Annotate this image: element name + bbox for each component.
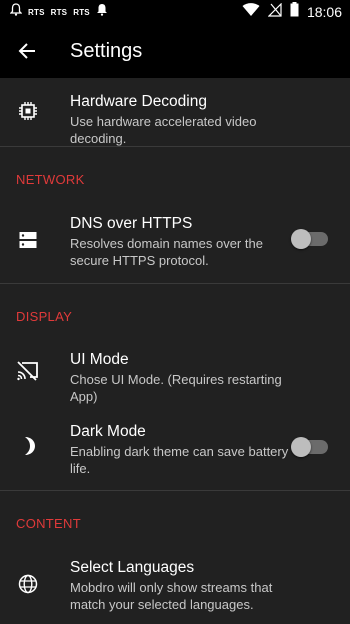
page-title: Settings <box>70 39 143 62</box>
bell-icon <box>9 3 23 21</box>
setting-title: Dark Mode <box>70 423 146 440</box>
setting-subtitle: Chose UI Mode. (Requires restarting App) <box>70 372 282 404</box>
moon-icon <box>16 434 40 458</box>
notification-label: RTS <box>28 7 45 17</box>
no-signal-icon <box>267 2 282 22</box>
setting-subtitle: Enabling dark theme can save battery lif… <box>70 444 289 476</box>
section-header-content: CONTENT <box>16 516 81 531</box>
setting-select-languages[interactable]: Select Languages Mobdro will only show s… <box>0 556 350 614</box>
notification-area: RTS RTS RTS <box>0 3 108 21</box>
system-status: 18:06 <box>242 2 350 22</box>
toggle-thumb <box>291 229 311 249</box>
notification-label: RTS <box>73 7 90 17</box>
clock: 18:06 <box>306 4 342 20</box>
setting-hardware-decoding[interactable]: Hardware Decoding Use hardware accelerat… <box>0 88 350 146</box>
divider <box>0 283 350 284</box>
section-header-display: DISPLAY <box>16 309 73 324</box>
setting-dark-mode[interactable]: Dark Mode Enabling dark theme can save b… <box>0 420 350 476</box>
divider <box>0 146 350 147</box>
setting-title: Select Languages <box>70 559 195 576</box>
dns-icon <box>16 228 40 252</box>
notification-label: RTS <box>50 7 68 17</box>
setting-dns-over-https[interactable]: DNS over HTTPS Resolves domain names ove… <box>0 212 350 268</box>
setting-subtitle: Use hardware accelerated video decoding. <box>70 114 257 146</box>
setting-title: Hardware Decoding <box>70 93 207 110</box>
app-bar: Settings <box>0 24 350 78</box>
globe-icon <box>16 572 40 596</box>
battery-icon <box>290 2 299 22</box>
dark-mode-toggle[interactable] <box>291 437 328 457</box>
section-header-network: NETWORK <box>16 172 85 187</box>
setting-title: DNS over HTTPS <box>70 215 193 232</box>
setting-ui-mode[interactable]: UI Mode Chose UI Mode. (Requires restart… <box>0 348 350 404</box>
wifi-icon <box>242 2 260 22</box>
setting-subtitle: Resolves domain names over the secure HT… <box>70 236 263 268</box>
status-bar: RTS RTS RTS 18:06 <box>0 0 350 24</box>
dns-toggle[interactable] <box>291 229 328 249</box>
toggle-thumb <box>291 437 311 457</box>
setting-subtitle: Mobdro will only show streams that match… <box>70 580 273 612</box>
cast-off-icon <box>16 359 40 383</box>
divider <box>0 490 350 491</box>
arrow-left-icon[interactable] <box>15 39 39 63</box>
chip-icon <box>16 99 40 123</box>
bell-filled-icon <box>96 3 108 21</box>
setting-title: UI Mode <box>70 351 129 368</box>
